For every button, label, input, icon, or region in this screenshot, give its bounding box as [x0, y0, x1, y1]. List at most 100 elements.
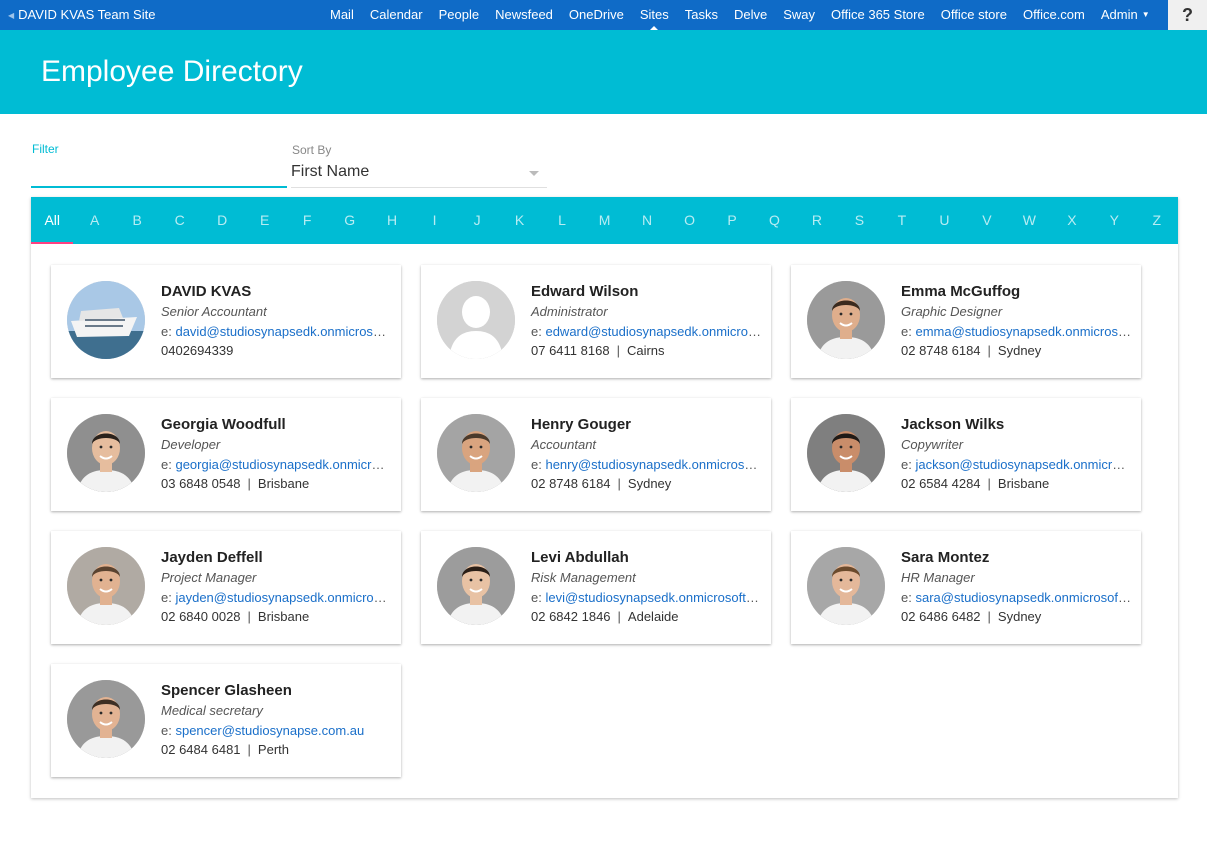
nav-item-newsfeed[interactable]: Newsfeed: [487, 0, 561, 30]
separator: |: [987, 609, 991, 624]
employee-email-line: e: david@studiosynapsedk.onmicrosoft.com: [161, 322, 391, 341]
alpha-tab-t[interactable]: T: [881, 197, 923, 244]
separator: |: [617, 609, 621, 624]
employee-email-link[interactable]: jayden@studiosynapsedk.onmicrosoft.com: [175, 590, 391, 605]
employee-title: Copywriter: [901, 437, 964, 452]
employee-card[interactable]: Henry Gouger Accountant e: henry@studiosyn…: [421, 398, 771, 511]
alpha-tab-a[interactable]: A: [73, 197, 115, 244]
alpha-tab-w[interactable]: W: [1008, 197, 1050, 244]
nav-item-admin[interactable]: Admin ▼: [1093, 0, 1158, 30]
alpha-tab-m[interactable]: M: [583, 197, 625, 244]
employee-title: Accountant: [531, 437, 597, 452]
separator: |: [247, 742, 251, 757]
employee-info: Emma McGuffog Graphic Designer e: emma@stu…: [901, 282, 1131, 360]
alpha-tab-b[interactable]: B: [116, 197, 158, 244]
alpha-tab-l[interactable]: L: [541, 197, 583, 244]
nav-item-calendar[interactable]: Calendar: [362, 0, 431, 30]
employee-email-link[interactable]: spencer@studiosynapse.com.au: [175, 723, 364, 738]
nav-item-label: Newsfeed: [495, 7, 553, 22]
alpha-tab-e[interactable]: E: [243, 197, 285, 244]
employee-name: Sara Montez: [901, 549, 990, 566]
alpha-tab-y[interactable]: Y: [1093, 197, 1135, 244]
employee-card[interactable]: Emma McGuffog Graphic Designer e: emma@stu…: [791, 265, 1141, 378]
employee-phone: 02 8748 6184: [531, 476, 611, 491]
employee-title: Senior Accountant: [161, 304, 267, 319]
avatar: [67, 547, 145, 625]
alpha-tab-z[interactable]: Z: [1136, 197, 1178, 244]
help-button[interactable]: ?: [1168, 0, 1207, 30]
avatar: [807, 547, 885, 625]
employee-name: DAVID KVAS: [161, 283, 252, 300]
alpha-tab-p[interactable]: P: [711, 197, 753, 244]
employee-email-link[interactable]: georgia@studiosynapsedk.onmicrosoft.com: [175, 457, 391, 472]
alpha-tab-u[interactable]: U: [923, 197, 965, 244]
employee-phone: 02 8748 6184: [901, 343, 981, 358]
alpha-tab-j[interactable]: J: [456, 197, 498, 244]
alpha-tab-s[interactable]: S: [838, 197, 880, 244]
alpha-tab-g[interactable]: G: [328, 197, 370, 244]
employee-email-link[interactable]: sara@studiosynapsedk.onmicrosoft.com: [915, 590, 1131, 605]
employee-email-link[interactable]: edward@studiosynapsedk.onmicrosoft.com: [545, 324, 761, 339]
employee-name: Edward Wilson: [531, 283, 639, 300]
nav-item-office-store[interactable]: Office store: [933, 0, 1015, 30]
employee-contact-line: 02 8748 6184 | Sydney: [901, 341, 1131, 360]
alpha-tab-q[interactable]: Q: [753, 197, 795, 244]
employee-card[interactable]: Edward Wilson Administrator e: edward@stud…: [421, 265, 771, 378]
avatar: [807, 281, 885, 359]
avatar: [67, 414, 145, 492]
employee-email-link[interactable]: emma@studiosynapsedk.onmicrosoft.com: [915, 324, 1131, 339]
employee-card[interactable]: Sara Montez HR Manager e: sara@studiosynap…: [791, 531, 1141, 644]
alpha-tab-h[interactable]: H: [371, 197, 413, 244]
alpha-tab-f[interactable]: F: [286, 197, 328, 244]
email-prefix: e:: [901, 324, 912, 339]
nav-item-delve[interactable]: Delve: [726, 0, 775, 30]
employee-card[interactable]: Jackson Wilks Copywriter e: jackson@studio…: [791, 398, 1141, 511]
email-prefix: e:: [531, 590, 542, 605]
alpha-tab-o[interactable]: O: [668, 197, 710, 244]
nav-item-mail[interactable]: Mail: [322, 0, 362, 30]
alpha-tab-all[interactable]: All: [31, 197, 74, 244]
employee-email-link[interactable]: jackson@studiosynapsedk.onmicrosoft.com: [915, 457, 1131, 472]
employee-phone: 02 6842 1846: [531, 609, 611, 624]
site-title-link[interactable]: ◀ DAVID KVAS Team Site: [8, 0, 155, 30]
employee-card[interactable]: Georgia Woodfull Developer e: georgia@stud…: [51, 398, 401, 511]
nav-item-office-365-store[interactable]: Office 365 Store: [823, 0, 933, 30]
employee-name: Georgia Woodfull: [161, 416, 286, 433]
employee-email-line: e: jayden@studiosynapsedk.onmicrosoft.co…: [161, 588, 391, 607]
alpha-tab-k[interactable]: K: [498, 197, 540, 244]
nav-item-people[interactable]: People: [431, 0, 487, 30]
email-prefix: e:: [531, 457, 542, 472]
alpha-tab-i[interactable]: I: [413, 197, 455, 244]
nav-item-sway[interactable]: Sway: [775, 0, 823, 30]
nav-item-label: Sway: [783, 7, 816, 22]
employee-location: Sydney: [997, 343, 1042, 358]
employee-phone: 03 6848 0548: [161, 476, 241, 491]
separator: |: [987, 476, 991, 491]
employee-contact-line: 02 6486 6482 | Sydney: [901, 607, 1131, 626]
alpha-tab-v[interactable]: V: [966, 197, 1008, 244]
site-title-label: DAVID KVAS Team Site: [18, 7, 156, 22]
employee-contact-line: 02 6840 0028 | Brisbane: [161, 607, 391, 626]
nav-item-tasks[interactable]: Tasks: [677, 0, 726, 30]
alpha-tab-c[interactable]: C: [158, 197, 200, 244]
alpha-tab-d[interactable]: D: [201, 197, 243, 244]
employee-email-link[interactable]: david@studiosynapsedk.onmicrosoft.com: [175, 324, 391, 339]
nav-item-sites[interactable]: Sites: [632, 0, 677, 30]
filter-input[interactable]: [31, 160, 287, 188]
alpha-tab-n[interactable]: N: [626, 197, 668, 244]
employee-info: Georgia Woodfull Developer e: georgia@stud…: [161, 415, 391, 493]
employee-title: Graphic Designer: [901, 304, 1003, 319]
alpha-tab-x[interactable]: X: [1051, 197, 1093, 244]
employee-email-link[interactable]: levi@studiosynapsedk.onmicrosoft.com: [545, 590, 761, 605]
avatar: [67, 281, 145, 359]
employee-card[interactable]: Jayden Deffell Project Manager e: jayden@s…: [51, 531, 401, 644]
employee-card[interactable]: DAVID KVAS Senior Accountant e: david@stud…: [51, 265, 401, 378]
employee-card[interactable]: Spencer Glasheen Medical secretary e: spen…: [51, 664, 401, 777]
sort-select[interactable]: First Name: [291, 160, 547, 188]
employee-name: Emma McGuffog: [901, 283, 1021, 300]
alpha-tab-r[interactable]: R: [796, 197, 838, 244]
nav-item-office-com[interactable]: Office.com: [1015, 0, 1093, 30]
nav-item-onedrive[interactable]: OneDrive: [561, 0, 632, 30]
employee-card[interactable]: Levi Abdullah Risk Management e: levi@stud…: [421, 531, 771, 644]
employee-email-link[interactable]: henry@studiosynapsedk.onmicrosoft.com: [545, 457, 761, 472]
